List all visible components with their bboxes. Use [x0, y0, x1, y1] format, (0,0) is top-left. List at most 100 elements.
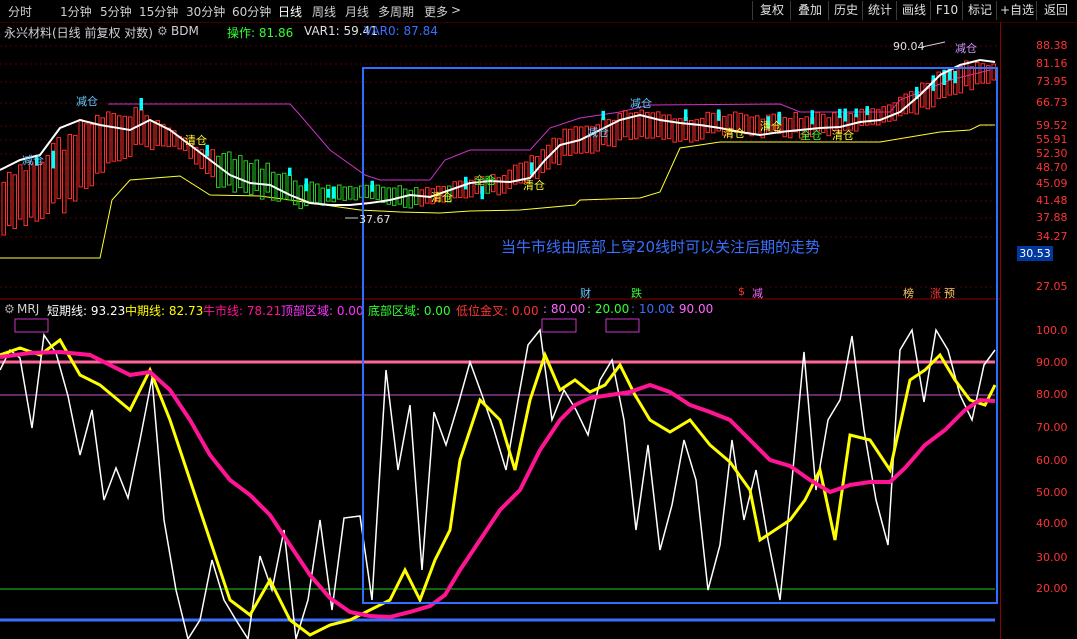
signal-clear: 清仓: [760, 120, 782, 133]
event-tag[interactable]: 榜: [903, 285, 914, 301]
candle: [656, 111, 661, 138]
high-price-marker: 90.04: [893, 40, 925, 53]
candle: [639, 109, 644, 137]
event-tag[interactable]: 涨: [930, 285, 941, 301]
candle: [370, 180, 374, 192]
candle: [793, 111, 798, 133]
candle: [661, 114, 666, 140]
candle: [243, 160, 248, 193]
candle: [810, 110, 814, 125]
candle: [342, 186, 347, 201]
candle: [139, 109, 144, 145]
candle: [958, 66, 963, 94]
sub-axis-label: 100.0: [1036, 324, 1068, 337]
sub-axis-label: 20.00: [1036, 582, 1068, 595]
candle: [838, 108, 842, 119]
candlestick-series: [1, 60, 996, 236]
price-label: 55.91: [1036, 133, 1068, 146]
price-label: 48.70: [1036, 161, 1068, 174]
sub-axis-label: 90.00: [1036, 356, 1068, 369]
candle: [496, 177, 501, 196]
candle: [705, 111, 710, 133]
candle: [694, 119, 699, 142]
candle: [700, 117, 705, 140]
candle: [78, 119, 83, 188]
signal-full-position: 全仓: [800, 129, 822, 142]
candle: [364, 184, 369, 199]
strategy-note: 当牛市线由底部上穿20线时可以关注后期的走势: [501, 238, 821, 256]
candle: [216, 155, 221, 188]
candle: [111, 112, 116, 162]
price-label: 88.38: [1036, 39, 1068, 52]
sub-axis-label: 30.00: [1036, 551, 1068, 564]
candle: [298, 185, 303, 210]
candle: [375, 184, 380, 200]
signal-reduce: 减仓: [955, 42, 977, 55]
candle: [122, 115, 127, 160]
candle: [1, 181, 6, 236]
add-watchlist-button[interactable]: +自选: [996, 1, 1037, 20]
event-tag[interactable]: 预: [944, 285, 955, 301]
chart-canvas[interactable]: [0, 0, 1000, 639]
candle: [980, 63, 985, 84]
candle: [755, 115, 760, 136]
sub-axis-label: 50.00: [1036, 486, 1068, 499]
candle: [991, 63, 996, 81]
candle: [601, 110, 605, 121]
signal-reduce: 减仓: [630, 97, 652, 110]
candle: [480, 186, 484, 200]
candle: [288, 167, 292, 176]
sub-axis-label: 80.00: [1036, 388, 1068, 401]
candle: [684, 109, 688, 122]
candle: [315, 183, 320, 204]
event-tag[interactable]: 跌: [631, 285, 642, 301]
candle: [56, 137, 61, 200]
candle: [419, 189, 424, 207]
candle: [128, 116, 133, 157]
candle: [18, 164, 23, 220]
price-label: 37.88: [1036, 211, 1068, 224]
signal-reduce: 减仓: [22, 154, 44, 167]
event-tag[interactable]: 减: [752, 285, 763, 301]
price-label: 41.48: [1036, 194, 1068, 207]
signal-full-position: 全仓: [474, 174, 496, 187]
price-label: 52.30: [1036, 147, 1068, 160]
candle: [51, 150, 55, 169]
candle: [887, 104, 892, 122]
candle: [337, 184, 342, 200]
candle: [62, 149, 67, 214]
candle: [67, 133, 72, 200]
candle: [348, 185, 353, 200]
candle: [408, 189, 413, 209]
sub-axis-label: 40.00: [1036, 517, 1068, 530]
candle: [854, 108, 858, 118]
event-tag[interactable]: $: [738, 285, 745, 298]
signal-reduce: 减仓: [76, 95, 98, 108]
candle: [304, 178, 308, 192]
candle: [617, 113, 622, 141]
back-button[interactable]: 返回: [1036, 1, 1075, 20]
price-label: 34.27: [1036, 230, 1068, 243]
price-label: 73.95: [1036, 75, 1068, 88]
candle: [12, 174, 17, 230]
candle: [45, 155, 50, 215]
candle: [843, 108, 847, 122]
candle: [353, 187, 358, 201]
candle: [557, 138, 562, 166]
candle: [623, 110, 628, 138]
signal-clear: 清仓: [523, 179, 545, 192]
candle: [29, 161, 34, 218]
candle: [562, 128, 567, 156]
price-label: 81.16: [1036, 57, 1068, 70]
signal-clear: 清仓: [723, 127, 745, 140]
candle: [969, 66, 974, 91]
candle: [403, 188, 408, 208]
event-tag[interactable]: 财: [580, 285, 591, 301]
candle: [254, 159, 259, 191]
candle: [106, 111, 111, 164]
top-zone-marker: [14, 318, 49, 333]
price-label: 59.52: [1036, 119, 1068, 132]
candle: [320, 187, 325, 206]
candle: [650, 112, 655, 139]
candle: [788, 117, 793, 139]
